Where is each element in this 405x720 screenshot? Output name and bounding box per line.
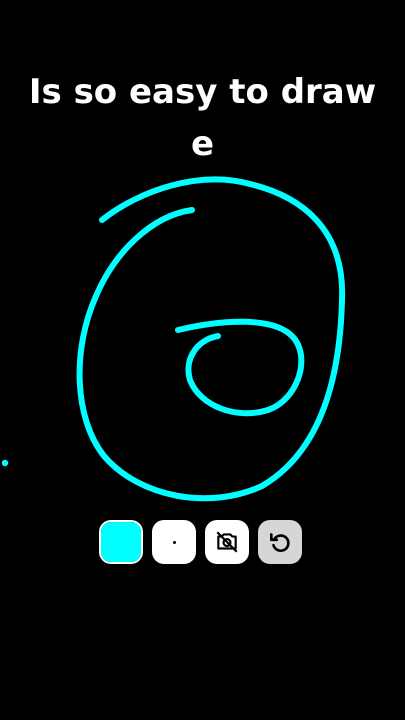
camera-off-icon (216, 531, 238, 553)
drawing-toolbar (99, 520, 302, 564)
drawing-canvas[interactable] (0, 0, 405, 720)
cyan-swatch (101, 522, 141, 562)
brush-size-button[interactable] (152, 520, 196, 564)
color-swatch-button[interactable] (99, 520, 143, 564)
inner-loop-stroke (175, 318, 305, 417)
dot-icon (172, 540, 176, 544)
undo-icon (270, 533, 290, 552)
undo-button[interactable] (258, 520, 302, 564)
camera-off-button[interactable] (205, 520, 249, 564)
stray-dot (1, 459, 9, 467)
